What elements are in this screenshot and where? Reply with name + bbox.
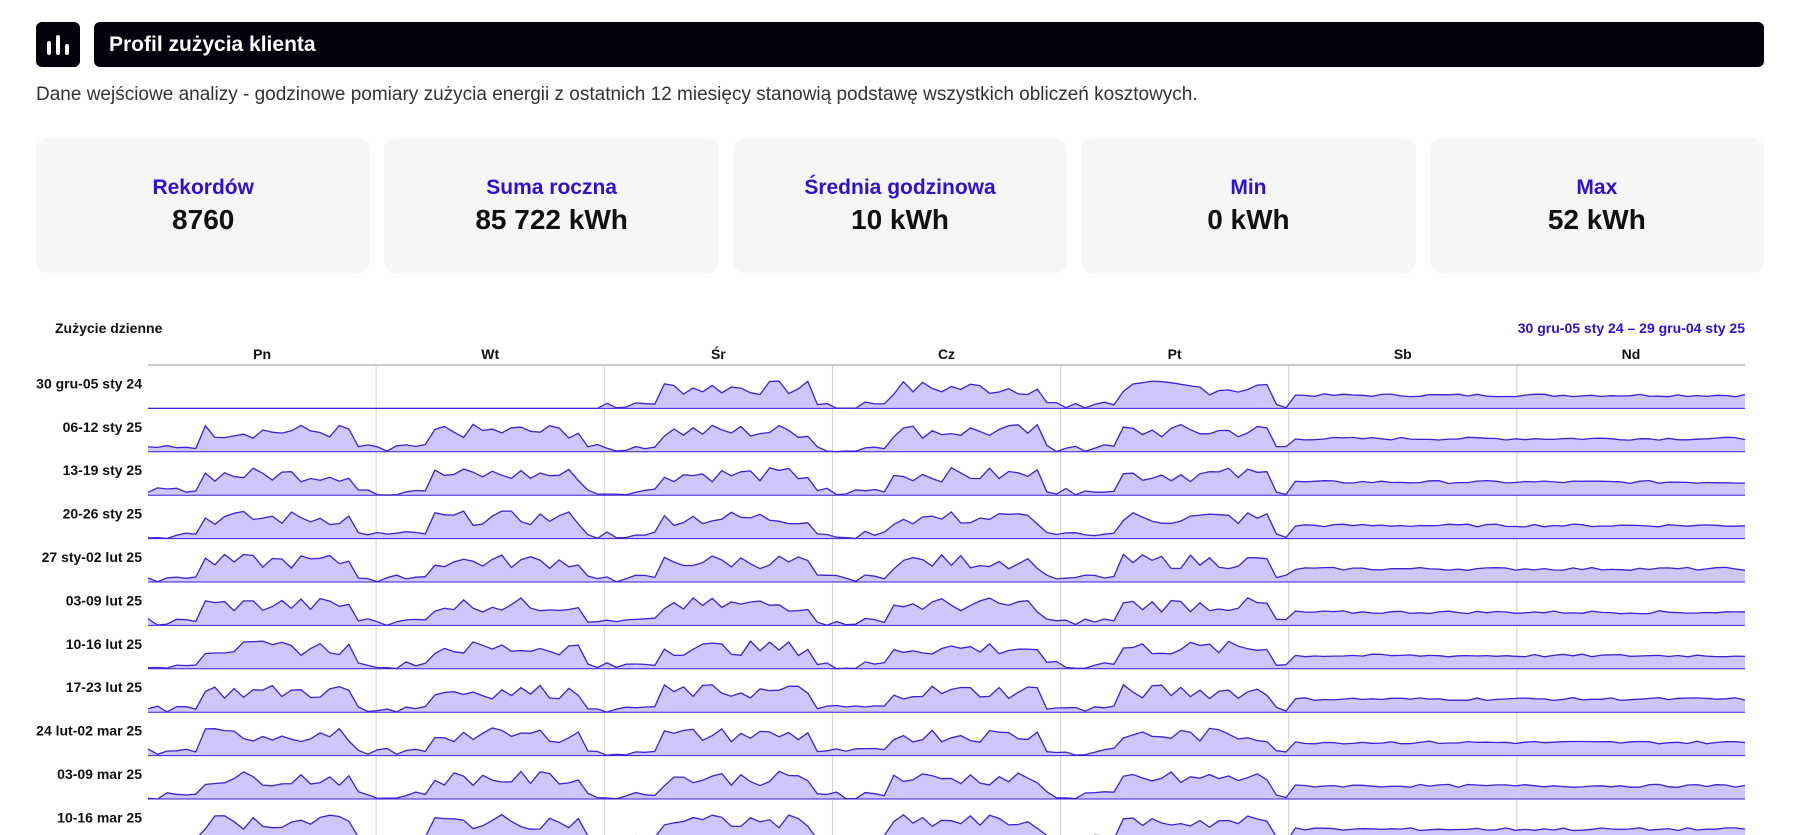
week-area bbox=[199, 814, 1745, 835]
week-area bbox=[148, 381, 1745, 409]
week-label: 03-09 lut 25 bbox=[66, 592, 142, 608]
week-label: 10-16 lut 25 bbox=[66, 636, 142, 652]
day-label: Nd bbox=[1622, 346, 1641, 362]
stat-card-annual-sum: Suma roczna 85 722 kWh bbox=[384, 138, 719, 273]
day-label: Pn bbox=[253, 346, 271, 362]
stat-card-min: Min 0 kWh bbox=[1081, 138, 1416, 273]
page-description: Dane wejściowe analizy - godzinowe pomia… bbox=[36, 84, 1198, 105]
stat-value: 85 722 kWh bbox=[475, 203, 628, 235]
week-row bbox=[147, 423, 1746, 453]
week-row bbox=[147, 510, 1746, 540]
week-label: 30 gru-05 sty 24 bbox=[36, 375, 142, 391]
stat-label: Max bbox=[1576, 175, 1618, 199]
stat-value: 52 kWh bbox=[1547, 203, 1646, 235]
stat-card-records: Rekordów 8760 bbox=[36, 138, 371, 273]
daily-usage-chart: Zużycie dzienne 30 gru-05 sty 24 – 29 gr… bbox=[8, 310, 1792, 835]
stat-value: 8760 bbox=[172, 203, 235, 235]
week-area bbox=[148, 467, 1745, 496]
week-row bbox=[198, 813, 1746, 835]
week-label: 17-23 lut 25 bbox=[66, 679, 142, 695]
header: Profil zużycia klienta bbox=[36, 22, 1764, 67]
stat-label: Średnia godzinowa bbox=[804, 175, 996, 199]
week-label: 03-09 mar 25 bbox=[57, 766, 142, 782]
title-bar: Profil zużycia klienta bbox=[94, 22, 1764, 67]
stat-label: Rekordów bbox=[152, 175, 254, 199]
stat-card-max: Max 52 kWh bbox=[1429, 138, 1765, 273]
week-label: 20-26 sty 25 bbox=[63, 506, 143, 522]
stat-card-hourly-avg: Średnia godzinowa 10 kWh bbox=[732, 138, 1068, 273]
week-row bbox=[147, 466, 1746, 496]
day-label: Wt bbox=[481, 346, 499, 362]
week-row bbox=[147, 727, 1746, 757]
week-area bbox=[148, 424, 1745, 452]
day-label: Pt bbox=[1168, 346, 1182, 362]
week-area bbox=[148, 641, 1745, 669]
week-row bbox=[148, 380, 1746, 410]
week-label: 13-19 sty 25 bbox=[63, 462, 143, 478]
day-label: Śr bbox=[711, 345, 726, 362]
bar-chart-icon bbox=[36, 22, 80, 67]
chart-title: Zużycie dzienne bbox=[55, 320, 163, 336]
page-title: Profil zużycia klienta bbox=[109, 32, 316, 56]
daily-usage-svg: Zużycie dzienne 30 gru-05 sty 24 – 29 gr… bbox=[36, 320, 1746, 835]
stat-label: Min bbox=[1230, 175, 1267, 199]
stat-label: Suma roczna bbox=[486, 175, 617, 199]
stats-row: Rekordów 8760 Suma roczna 85 722 kWh Śre… bbox=[36, 138, 1765, 273]
week-label: 06-12 sty 25 bbox=[63, 419, 143, 435]
page: Profil zużycia klienta Dane wejściowe an… bbox=[8, 0, 1792, 835]
week-row bbox=[147, 770, 1746, 800]
stat-value: 10 kWh bbox=[851, 203, 950, 235]
week-row bbox=[147, 596, 1746, 627]
week-row bbox=[147, 640, 1746, 670]
chart-range: 30 gru-05 sty 24 – 29 gru-04 sty 25 bbox=[1518, 320, 1745, 336]
week-label: 24 lut-02 mar 25 bbox=[36, 723, 142, 739]
week-row bbox=[147, 553, 1746, 583]
stat-value: 0 kWh bbox=[1207, 203, 1290, 235]
day-label: Sb bbox=[1394, 346, 1412, 362]
week-label: 27 sty-02 lut 25 bbox=[42, 549, 143, 565]
week-label: 10-16 mar 25 bbox=[57, 809, 142, 825]
day-label: Cz bbox=[938, 346, 955, 362]
week-row bbox=[147, 683, 1746, 713]
